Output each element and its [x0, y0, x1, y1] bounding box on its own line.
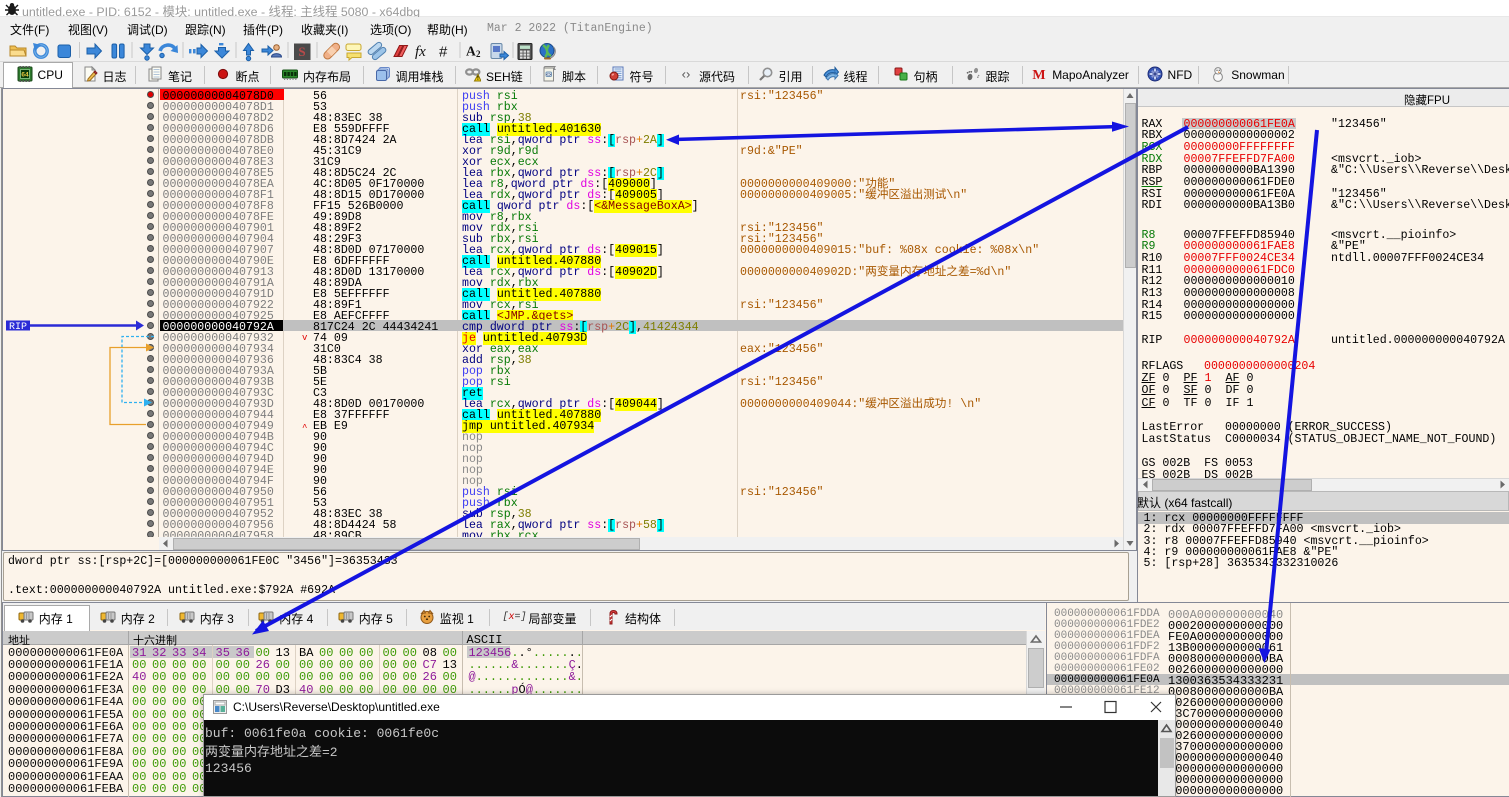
- svg-text:A: A: [466, 44, 476, 59]
- svg-text:RIP: RIP: [9, 322, 27, 333]
- svg-text:M: M: [1033, 68, 1046, 82]
- svg-text:#: #: [439, 44, 448, 61]
- svg-text:<>: <>: [546, 72, 552, 78]
- svg-text:2: 2: [476, 49, 481, 59]
- svg-text:S: S: [298, 44, 305, 59]
- svg-text:fx: fx: [415, 44, 426, 60]
- svg-text:‹›: ‹›: [682, 67, 691, 82]
- svg-text:!: !: [477, 76, 479, 82]
